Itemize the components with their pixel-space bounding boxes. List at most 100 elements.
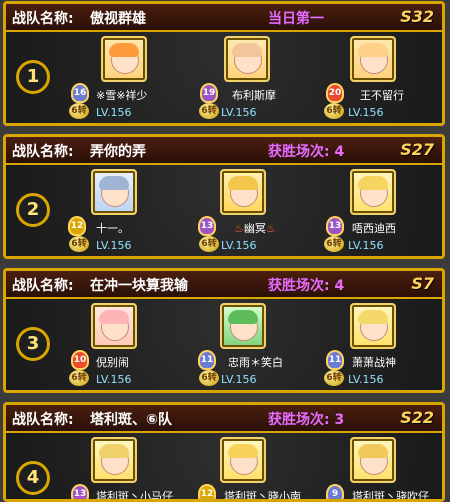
team-body: 1 16 ※雪※祥少 6转 LV.156 19 布利斯摩 6转 LV.156 2… [6, 32, 442, 123]
player-name[interactable]: 布利斯摩 [232, 87, 276, 103]
avatar-hair [99, 444, 129, 458]
team-header: 战队名称: 弄你的弄 获胜场次: 4 S27 [6, 137, 442, 165]
player-avatar[interactable] [224, 36, 270, 82]
player-level: LV.156 [348, 106, 384, 119]
team-name: 在冲一块算我输 [90, 278, 188, 294]
avatar-hair [232, 43, 262, 57]
rank-badge: 1 [16, 60, 50, 94]
reincarnation-coin-icon: 6转 [324, 103, 344, 119]
rank-medal-icon: 10 [71, 350, 89, 370]
reincarnation-coin-icon: 6转 [324, 236, 344, 252]
player-name[interactable]: 王不留行 [360, 87, 404, 103]
rank-medal-icon: 11 [198, 350, 216, 370]
team-body: 3 10 倪别闹 6转 LV.156 11 忠雨＊笑白 6转 LV.156 11… [6, 299, 442, 390]
player-avatar[interactable] [220, 169, 266, 215]
team-name-label: 战队名称: [12, 412, 74, 428]
rank-medal-icon: 13 [71, 484, 89, 499]
reincarnation-coin-icon: 6转 [324, 370, 344, 386]
avatar-hair [228, 310, 258, 324]
team-name-label: 战队名称: [12, 278, 74, 294]
player-level: LV.156 [96, 373, 132, 386]
reincarnation-coin-icon: 6转 [199, 103, 219, 119]
player-name[interactable]: 塔利斑丶晓小南 [224, 488, 301, 499]
team-stat: 获胜场次: 4 [268, 144, 345, 160]
player-avatar[interactable] [101, 36, 147, 82]
team-stat: 获胜场次: 4 [268, 278, 345, 294]
avatar-hair [228, 176, 258, 190]
player-name[interactable]: ♨幽冥♨ [234, 220, 276, 236]
team-stat: 获胜场次: 3 [268, 412, 345, 428]
player-name[interactable]: 萧萧战神 [352, 354, 396, 370]
flame-icon: ♨ [234, 222, 244, 235]
team-body: 4 13 塔利斑丶小马仔 12 塔利斑丶晓小南 9 塔利斑丶骁吹仔 [6, 433, 442, 499]
reincarnation-coin-icon: 6转 [199, 236, 219, 252]
avatar-hair [228, 444, 258, 458]
player-avatar[interactable] [91, 303, 137, 349]
team-name-label: 战队名称: [12, 11, 74, 27]
player-avatar[interactable] [350, 36, 396, 82]
player-name[interactable]: 塔利斑丶骁吹仔 [352, 488, 429, 499]
server-tag: S22 [400, 408, 434, 427]
team-name: 傲视群雄 [90, 11, 146, 27]
rank-badge: 4 [16, 461, 50, 495]
player-level: LV.156 [96, 106, 132, 119]
player-level: LV.156 [221, 373, 257, 386]
avatar-hair [99, 176, 129, 190]
reincarnation-coin-icon: 6转 [199, 370, 219, 386]
server-tag: S27 [400, 140, 434, 159]
player-name[interactable]: 唔西迪西 [352, 220, 396, 236]
player-name[interactable]: ※雪※祥少 [96, 87, 147, 103]
server-tag: S32 [400, 7, 434, 26]
reincarnation-coin-icon: 6转 [69, 103, 89, 119]
team-stat: 当日第一 [268, 11, 324, 27]
rank-medal-icon: 16 [71, 83, 89, 103]
team-card-1: 战队名称: 傲视群雄 当日第一 S32 1 16 ※雪※祥少 6转 LV.156… [3, 1, 445, 126]
player-level: LV.156 [221, 239, 257, 252]
avatar-hair [358, 43, 388, 57]
avatar-hair [358, 310, 388, 324]
reincarnation-coin-icon: 6转 [69, 370, 89, 386]
player-avatar[interactable] [220, 303, 266, 349]
reincarnation-coin-icon: 6转 [69, 236, 89, 252]
flame-icon: ♨ [265, 222, 276, 235]
team-body: 2 12 十一。 6转 LV.156 13 ♨幽冥♨ 6转 LV.156 13 … [6, 165, 442, 256]
player-level: LV.156 [221, 106, 257, 119]
team-card-4: 战队名称: 塔利斑、⑥队 获胜场次: 3 S22 4 13 塔利斑丶小马仔 12… [3, 402, 445, 502]
rank-medal-icon: 20 [326, 83, 344, 103]
player-name[interactable]: 十一。 [96, 220, 129, 236]
team-card-3: 战队名称: 在冲一块算我输 获胜场次: 4 S7 3 10 倪别闹 6转 LV.… [3, 268, 445, 393]
team-name: 塔利斑、⑥队 [90, 412, 172, 428]
player-name[interactable]: 忠雨＊笑白 [228, 354, 283, 370]
team-name-label: 战队名称: [12, 144, 74, 160]
player-avatar[interactable] [350, 303, 396, 349]
player-avatar[interactable] [350, 437, 396, 483]
avatar-hair [109, 43, 139, 57]
rank-medal-icon: 13 [326, 216, 344, 236]
avatar-hair [358, 444, 388, 458]
rank-badge: 3 [16, 327, 50, 361]
avatar-hair [358, 176, 388, 190]
team-card-2: 战队名称: 弄你的弄 获胜场次: 4 S27 2 12 十一。 6转 LV.15… [3, 134, 445, 259]
rank-medal-icon: 19 [200, 83, 218, 103]
rank-medal-icon: 13 [198, 216, 216, 236]
player-avatar[interactable] [91, 169, 137, 215]
player-avatar[interactable] [220, 437, 266, 483]
player-level: LV.156 [348, 239, 384, 252]
server-tag: S7 [411, 274, 434, 293]
team-name: 弄你的弄 [90, 144, 146, 160]
player-avatar[interactable] [91, 437, 137, 483]
team-header: 战队名称: 傲视群雄 当日第一 S32 [6, 4, 442, 32]
player-name[interactable]: 倪别闹 [96, 354, 129, 370]
rank-medal-icon: 12 [68, 216, 86, 236]
rank-medal-icon: 12 [198, 484, 216, 499]
rank-medal-icon: 11 [326, 350, 344, 370]
player-name[interactable]: 塔利斑丶小马仔 [96, 488, 173, 499]
player-level: LV.156 [96, 239, 132, 252]
rank-badge: 2 [16, 193, 50, 227]
player-level: LV.156 [348, 373, 384, 386]
team-header: 战队名称: 在冲一块算我输 获胜场次: 4 S7 [6, 271, 442, 299]
rank-medal-icon: 9 [326, 484, 344, 499]
player-avatar[interactable] [350, 169, 396, 215]
avatar-hair [99, 310, 129, 324]
team-header: 战队名称: 塔利斑、⑥队 获胜场次: 3 S22 [6, 405, 442, 433]
